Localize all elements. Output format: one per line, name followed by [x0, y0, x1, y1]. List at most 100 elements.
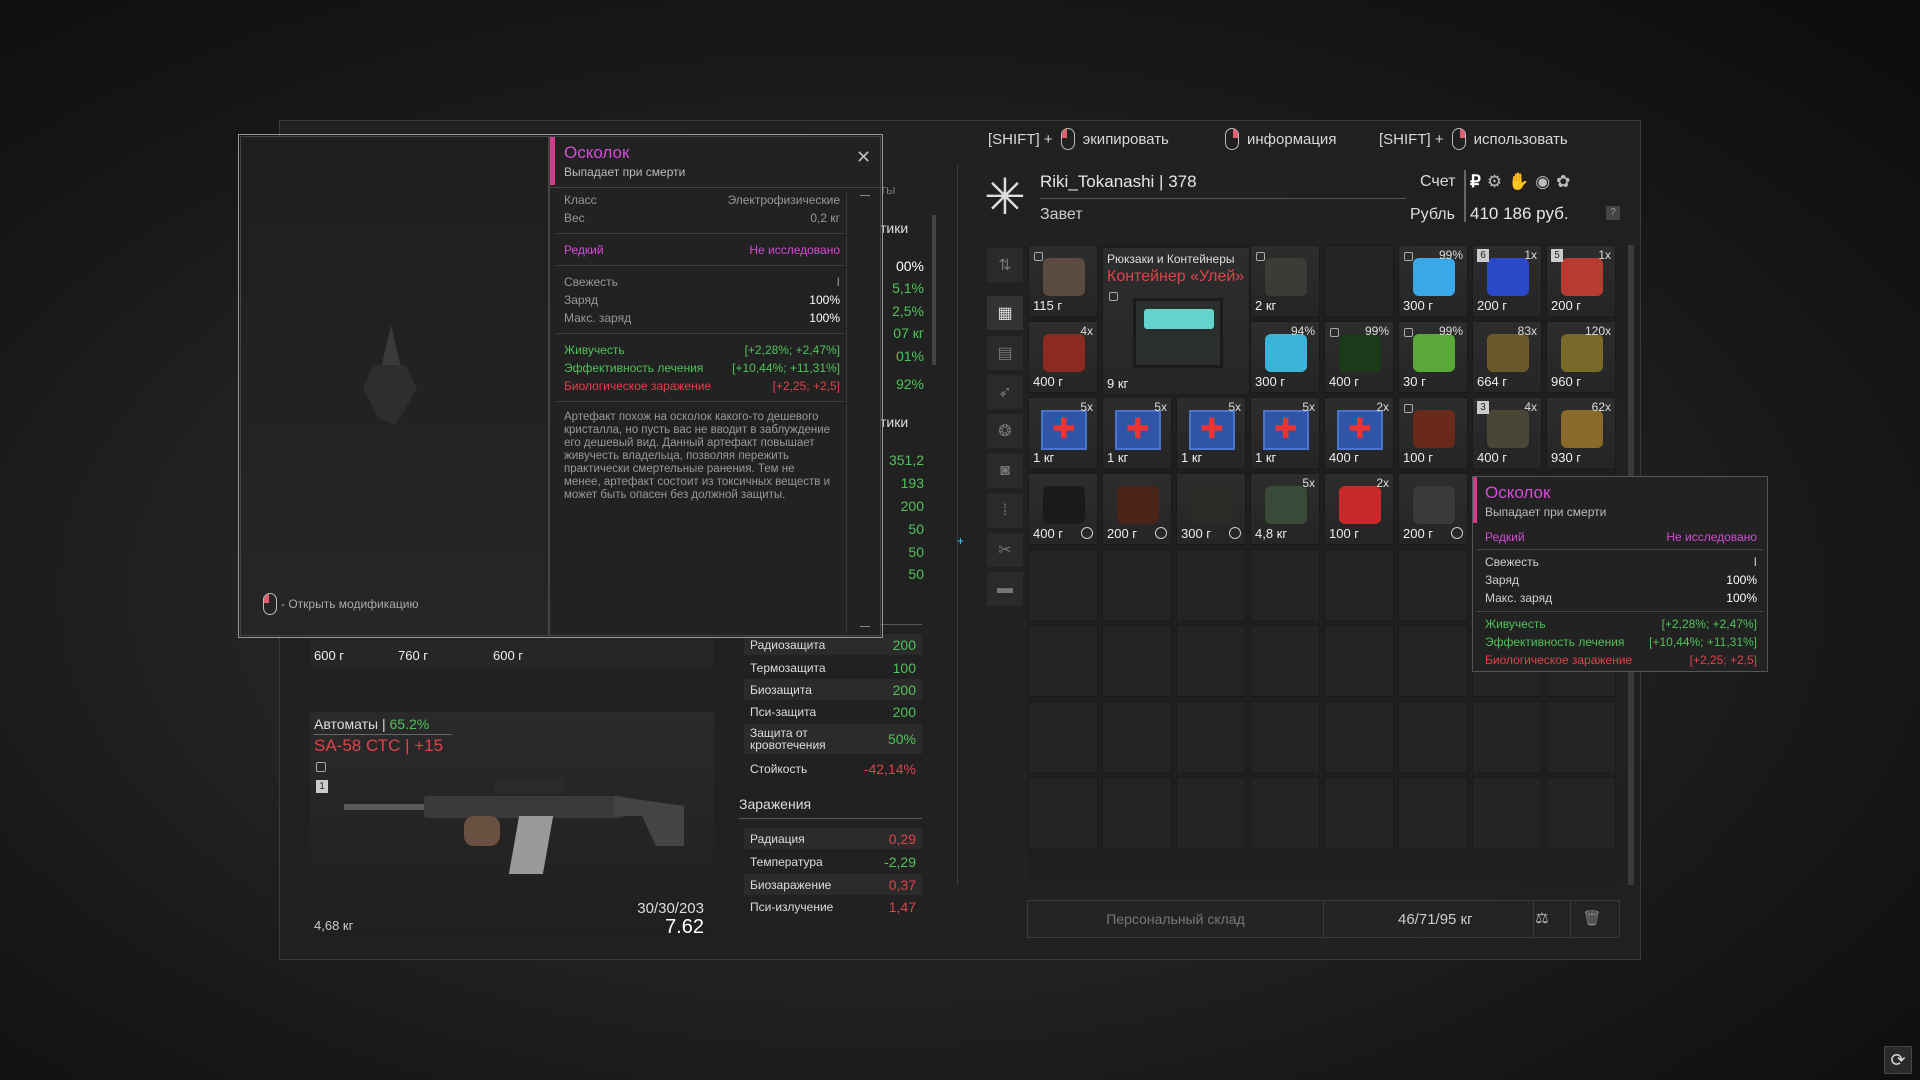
item-weight: 400 г — [1477, 450, 1508, 465]
inventory-item[interactable]: 200 г — [1398, 473, 1468, 545]
inventory-item[interactable]: 300 г — [1176, 473, 1246, 545]
inventory-item[interactable]: 400 г — [1028, 473, 1098, 545]
grid-slot[interactable] — [1324, 777, 1394, 849]
inventory-item[interactable]: 99% 300 г — [1398, 245, 1468, 317]
grid-slot[interactable] — [1176, 549, 1246, 621]
inventory-item[interactable]: 94% 300 г — [1250, 321, 1320, 393]
item-info-panel: Осколок Выпадает при смерти ✕ Класс Элект… — [549, 136, 882, 636]
inventory-item[interactable]: 120x 960 г — [1546, 321, 1616, 393]
medkit-icon — [1337, 410, 1383, 450]
grid-slot[interactable] — [1102, 777, 1172, 849]
stats-scrollbar[interactable] — [932, 215, 936, 365]
container-item[interactable]: Рюкзаки и Контейнеры Контейнер «Улей» 9 … — [1102, 247, 1250, 395]
inventory-item[interactable]: 4x 400 г — [1028, 321, 1098, 393]
grid-slot[interactable] — [1102, 549, 1172, 621]
inventory-item[interactable]: 5x 1 кг — [1250, 397, 1320, 469]
tooltip-subtitle: Выпадает при смерти — [1485, 505, 1607, 519]
currency-selector[interactable]: ₽ ⚙ ✋ ◉ ✿ — [1470, 172, 1570, 192]
gear-currency-icon[interactable]: ⚙ — [1487, 172, 1502, 192]
help-button[interactable]: ? — [1606, 206, 1620, 220]
inventory-item[interactable]: 200 г — [1102, 473, 1172, 545]
mouse-right-icon — [1225, 128, 1239, 150]
sort-tab-icon[interactable]: ⇅ — [987, 248, 1023, 282]
inventory-item[interactable]: 62x 930 г — [1546, 397, 1616, 469]
paw-currency-icon[interactable]: ✿ — [1556, 172, 1570, 192]
device-tab-icon[interactable]: ◙ — [987, 454, 1023, 488]
protection-row: Радиозащита 200 — [744, 634, 922, 655]
hand-currency-icon[interactable]: ✋ — [1508, 172, 1529, 192]
inventory-item[interactable]: 99% 30 г — [1398, 321, 1468, 393]
ruble-icon[interactable]: ₽ — [1470, 172, 1481, 192]
close-icon[interactable]: ✕ — [856, 147, 871, 168]
coin-currency-icon[interactable]: ◉ — [1535, 172, 1550, 192]
grid-slot[interactable] — [1546, 701, 1616, 773]
grid-slot[interactable] — [1324, 625, 1394, 697]
inventory-item[interactable]: 6 1x 200 г — [1472, 245, 1542, 317]
inventory-item[interactable]: 100 г — [1398, 397, 1468, 469]
grid-slot[interactable] — [1472, 777, 1542, 849]
grid-slot[interactable] — [1472, 701, 1542, 773]
weapon-tab-icon[interactable]: ➶ — [987, 375, 1023, 409]
grid-tab-icon[interactable]: ▦ — [987, 296, 1023, 330]
inventory-item[interactable]: 115 г — [1028, 245, 1098, 317]
grid-slot[interactable] — [1250, 701, 1320, 773]
item-image — [1265, 258, 1307, 296]
grid-slot[interactable] — [1250, 549, 1320, 621]
inventory-item[interactable]: 5x 4,8 кг — [1250, 473, 1320, 545]
grid-slot[interactable] — [1250, 777, 1320, 849]
grid-slot[interactable] — [1102, 701, 1172, 773]
weapon-category: Автоматы | 65.2% — [314, 716, 430, 732]
lock-icon — [1404, 252, 1413, 261]
inventory-item[interactable]: 83x 664 г — [1472, 321, 1542, 393]
grid-slot[interactable] — [1250, 625, 1320, 697]
inventory-item[interactable]: 5x 1 кг — [1028, 397, 1098, 469]
grid-slot[interactable] — [1324, 549, 1394, 621]
grid-slot[interactable] — [1324, 701, 1394, 773]
artifact-tab-icon[interactable]: ❂ — [987, 414, 1023, 448]
grid-slot[interactable] — [1398, 549, 1468, 621]
misc-tab-icon[interactable]: ▬ — [987, 572, 1023, 606]
inventory-item[interactable]: 3 4x 400 г — [1472, 397, 1542, 469]
ammo-tab-icon[interactable]: ⁞ — [987, 494, 1023, 528]
item-quantity: 4x — [1080, 324, 1093, 338]
grid-slot[interactable] — [1176, 625, 1246, 697]
armor-tab-icon[interactable]: ▤ — [987, 336, 1023, 370]
grid-slot[interactable] — [1546, 777, 1616, 849]
grid-slot[interactable] — [1176, 777, 1246, 849]
grid-slot[interactable] — [1102, 625, 1172, 697]
grid-slot[interactable] — [1398, 625, 1468, 697]
inventory-item[interactable]: 5 1x 200 г — [1546, 245, 1616, 317]
item-weight: 400 г — [1033, 374, 1064, 389]
grid-slot[interactable] — [1028, 625, 1098, 697]
trash-icon[interactable]: 🗑 — [1580, 909, 1604, 931]
item-image — [1339, 334, 1381, 372]
tools-tab-icon[interactable]: ✂ — [987, 533, 1023, 567]
inventory-item[interactable]: 5x 1 кг — [1102, 397, 1172, 469]
inventory-item[interactable]: 99% 400 г — [1324, 321, 1394, 393]
weapon-name: SA-58 СТС | +15 — [314, 736, 444, 755]
grid-slot[interactable] — [1324, 245, 1394, 317]
artifact-preview-panel: - Открыть модификацию — [240, 136, 549, 636]
partial-header: ты — [880, 182, 896, 197]
item-image — [1191, 486, 1233, 524]
item-weight: 664 г — [1477, 374, 1508, 389]
item-weight: 300 г — [1181, 526, 1212, 541]
inventory-item[interactable]: 2x 100 г — [1324, 473, 1394, 545]
lock-icon — [1330, 328, 1339, 337]
grid-slot[interactable] — [1028, 701, 1098, 773]
stat-value: 200 — [900, 498, 924, 514]
stat-value: 2,5% — [892, 303, 924, 319]
inventory-item[interactable]: 2 кг — [1250, 245, 1320, 317]
weapon-slot[interactable]: Автоматы | 65.2% SA-58 СТС | +15 1 4,68 … — [310, 712, 714, 938]
inventory-item[interactable]: 2x 400 г — [1324, 397, 1394, 469]
inventory-item[interactable]: 5x 1 кг — [1176, 397, 1246, 469]
grid-slot[interactable] — [1176, 701, 1246, 773]
grid-slot[interactable] — [1028, 549, 1098, 621]
grid-slot[interactable] — [1028, 777, 1098, 849]
scroll-top-mark — [860, 195, 870, 196]
stash-button[interactable]: Персональный склад — [1028, 901, 1324, 937]
item-image — [1561, 258, 1603, 296]
grid-slot[interactable] — [1398, 777, 1468, 849]
item-image — [1561, 410, 1603, 448]
grid-slot[interactable] — [1398, 701, 1468, 773]
